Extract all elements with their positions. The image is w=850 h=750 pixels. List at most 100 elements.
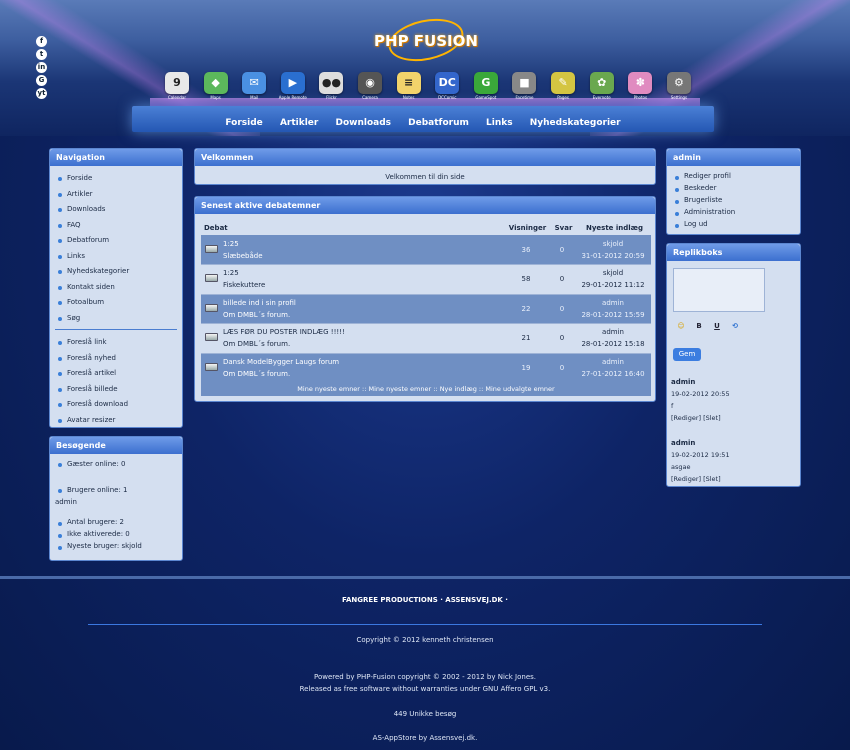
admin-item-3[interactable]: Administration (672, 206, 795, 218)
last-poster[interactable]: admin (602, 299, 624, 307)
app-facetime[interactable]: ■ Facetime (505, 72, 543, 102)
nav-forside[interactable]: Forside (225, 118, 262, 128)
app-photos[interactable]: ✽ Photos (621, 72, 659, 102)
refresh-icon[interactable]: ⟲ (729, 320, 741, 332)
shoutbox-input[interactable] (673, 268, 765, 312)
shout-user[interactable]: admin (671, 439, 695, 447)
sidebar-item-1[interactable]: Artikler (55, 187, 177, 203)
topic-link[interactable]: LÆS FØR DU POSTER INDLÆG !!!!! (223, 328, 345, 336)
nav-artikler[interactable]: Artikler (280, 118, 318, 128)
newest-member[interactable]: Nyeste bruger: skjold (55, 540, 177, 552)
shout-date: 19-02-2012 19:51 (671, 451, 730, 459)
app-maps[interactable]: ◆ Maps (197, 72, 235, 102)
nav-links[interactable]: Links (486, 118, 513, 128)
forum-link[interactable]: Om DMBL´s forum. (223, 311, 290, 319)
views-count: 21 (503, 323, 549, 354)
sidebar-suggest-item-0[interactable]: Foreslå link (55, 335, 177, 351)
bold-icon[interactable]: B (693, 320, 705, 332)
admin-item-0[interactable]: Rediger profil (672, 170, 795, 182)
forum-footer-links[interactable]: Mine nyeste emner :: Mine nyeste emner :… (201, 382, 651, 396)
google-icon[interactable]: G (36, 75, 47, 86)
last-poster[interactable]: admin (602, 328, 624, 336)
twitter-icon[interactable]: t (36, 49, 47, 60)
replies-count: 0 (549, 264, 575, 295)
sidebar-suggest-item-5[interactable]: Avatar resizer (55, 413, 177, 429)
shout-actions[interactable]: [Rediger] [Slet] (671, 414, 721, 422)
smiley-icon[interactable]: ☺ (675, 320, 687, 332)
facebook-icon[interactable]: f (36, 36, 47, 47)
app-apple-remote[interactable]: ▶ Apple Remote (274, 72, 312, 102)
underline-icon[interactable]: U (711, 320, 723, 332)
topic-link[interactable]: 1:25 (223, 269, 239, 277)
forum-link[interactable]: Slæbebåde (223, 252, 263, 260)
app-flickr[interactable]: ●● Flickr (312, 72, 350, 102)
sidebar-item-6[interactable]: Nyhedskategorier (55, 264, 177, 280)
navigation-list: Forside Artikler Downloads FAQ Debatforum Lin… (50, 166, 182, 428)
visit-counter: 449 Unikke besøg (393, 710, 457, 718)
col-replies: Svar (549, 221, 575, 235)
shout-user[interactable]: admin (671, 378, 695, 386)
app-label: GameSpot (475, 95, 497, 100)
sidebar-suggest-item-1[interactable]: Foreslå nyhed (55, 351, 177, 367)
last-poster[interactable]: admin (602, 358, 624, 366)
nav-debatforum[interactable]: Debatforum (408, 118, 469, 128)
table-row: Dansk ModelBygger Laugs forum Om DMBL´s f… (201, 353, 651, 383)
topic-link[interactable]: Dansk ModelBygger Laugs forum (223, 358, 339, 366)
sidebar-item-5[interactable]: Links (55, 249, 177, 265)
app-mail[interactable]: ✉ Mail (235, 72, 273, 102)
admin-item-2[interactable]: Brugerliste (672, 194, 795, 206)
online-member[interactable]: admin (55, 498, 177, 506)
app-dccomic[interactable]: DC DCComic (428, 72, 466, 102)
admin-item-1[interactable]: Beskeder (672, 182, 795, 194)
last-poster[interactable]: skjold (603, 240, 623, 248)
forum-link[interactable]: Fiskekuttere (223, 281, 265, 289)
sidebar-item-7[interactable]: Kontakt siden (55, 280, 177, 296)
facetime-icon: ■ (512, 72, 537, 94)
save-button[interactable]: Gem (673, 348, 701, 361)
app-calendar[interactable]: 9 Calendar (158, 72, 196, 102)
app-label: Mail (250, 95, 259, 100)
app-label: Camera (362, 95, 378, 100)
sidebar-item-3[interactable]: FAQ (55, 218, 177, 234)
views-count: 36 (503, 235, 549, 265)
topic-link[interactable]: 1:25 (223, 240, 239, 248)
forum-link[interactable]: Om DMBL´s forum. (223, 370, 290, 378)
app-label: Settings (670, 95, 688, 100)
topic-link[interactable]: billede ind i sin profil (223, 299, 296, 307)
app-settings[interactable]: ⚙ Settings (660, 72, 698, 102)
admin-item-4[interactable]: Log ud (672, 218, 795, 230)
table-row: billede ind i sin profil Om DMBL´s forum.… (201, 294, 651, 324)
photos-icon: ✽ (628, 72, 653, 94)
sidebar-item-8[interactable]: Fotoalbum (55, 295, 177, 311)
calendar-icon: 9 (165, 72, 189, 94)
table-row: 1:25 Fiskekuttere 58 0 skjold 29-01-2012 11:1… (201, 264, 651, 295)
sidebar-suggest-item-3[interactable]: Foreslå billede (55, 382, 177, 398)
nav-nyhedskategorier[interactable]: Nyhedskategorier (530, 118, 621, 128)
footer-divider (0, 576, 850, 579)
navigation-title: Navigation (50, 149, 182, 166)
app-pages[interactable]: ✎ Pages (544, 72, 582, 102)
sidebar-item-0[interactable]: Forside (55, 171, 177, 187)
forum-link[interactable]: Om DMBL´s forum. (223, 340, 290, 348)
sidebar-suggest-item-4[interactable]: Foreslå download (55, 397, 177, 413)
shout-message: admin 19-02-2012 19:51 asgae [Rediger] [… (671, 437, 730, 485)
site-logo[interactable]: PHP FUSION (352, 12, 500, 68)
sidebar-item-2[interactable]: Downloads (55, 202, 177, 218)
app-gamespot[interactable]: G GameSpot (467, 72, 505, 102)
total-members: Antal brugere: 2 (55, 516, 177, 528)
nav-downloads[interactable]: Downloads (335, 118, 391, 128)
linkedin-icon[interactable]: in (36, 62, 47, 73)
app-camera[interactable]: ◉ Camera (351, 72, 389, 102)
youtube-icon[interactable]: yt (36, 88, 47, 99)
app-notes[interactable]: ≡ Notes (390, 72, 428, 102)
last-poster[interactable]: skjold (603, 269, 623, 277)
welcome-text: Velkommen til din side (385, 173, 465, 181)
sidebar-item-9[interactable]: Søg (55, 311, 177, 327)
footer-links[interactable]: FANGREE PRODUCTIONS · ASSENSVEJ.DK · (0, 596, 850, 604)
app-evernote[interactable]: ✿ Evernote (583, 72, 621, 102)
shout-actions[interactable]: [Rediger] [Slet] (671, 475, 721, 483)
sidebar-item-4[interactable]: Debatforum (55, 233, 177, 249)
folder-icon (201, 323, 221, 354)
sidebar-suggest-item-2[interactable]: Foreslå artikel (55, 366, 177, 382)
app-label: Calendar (168, 95, 186, 100)
